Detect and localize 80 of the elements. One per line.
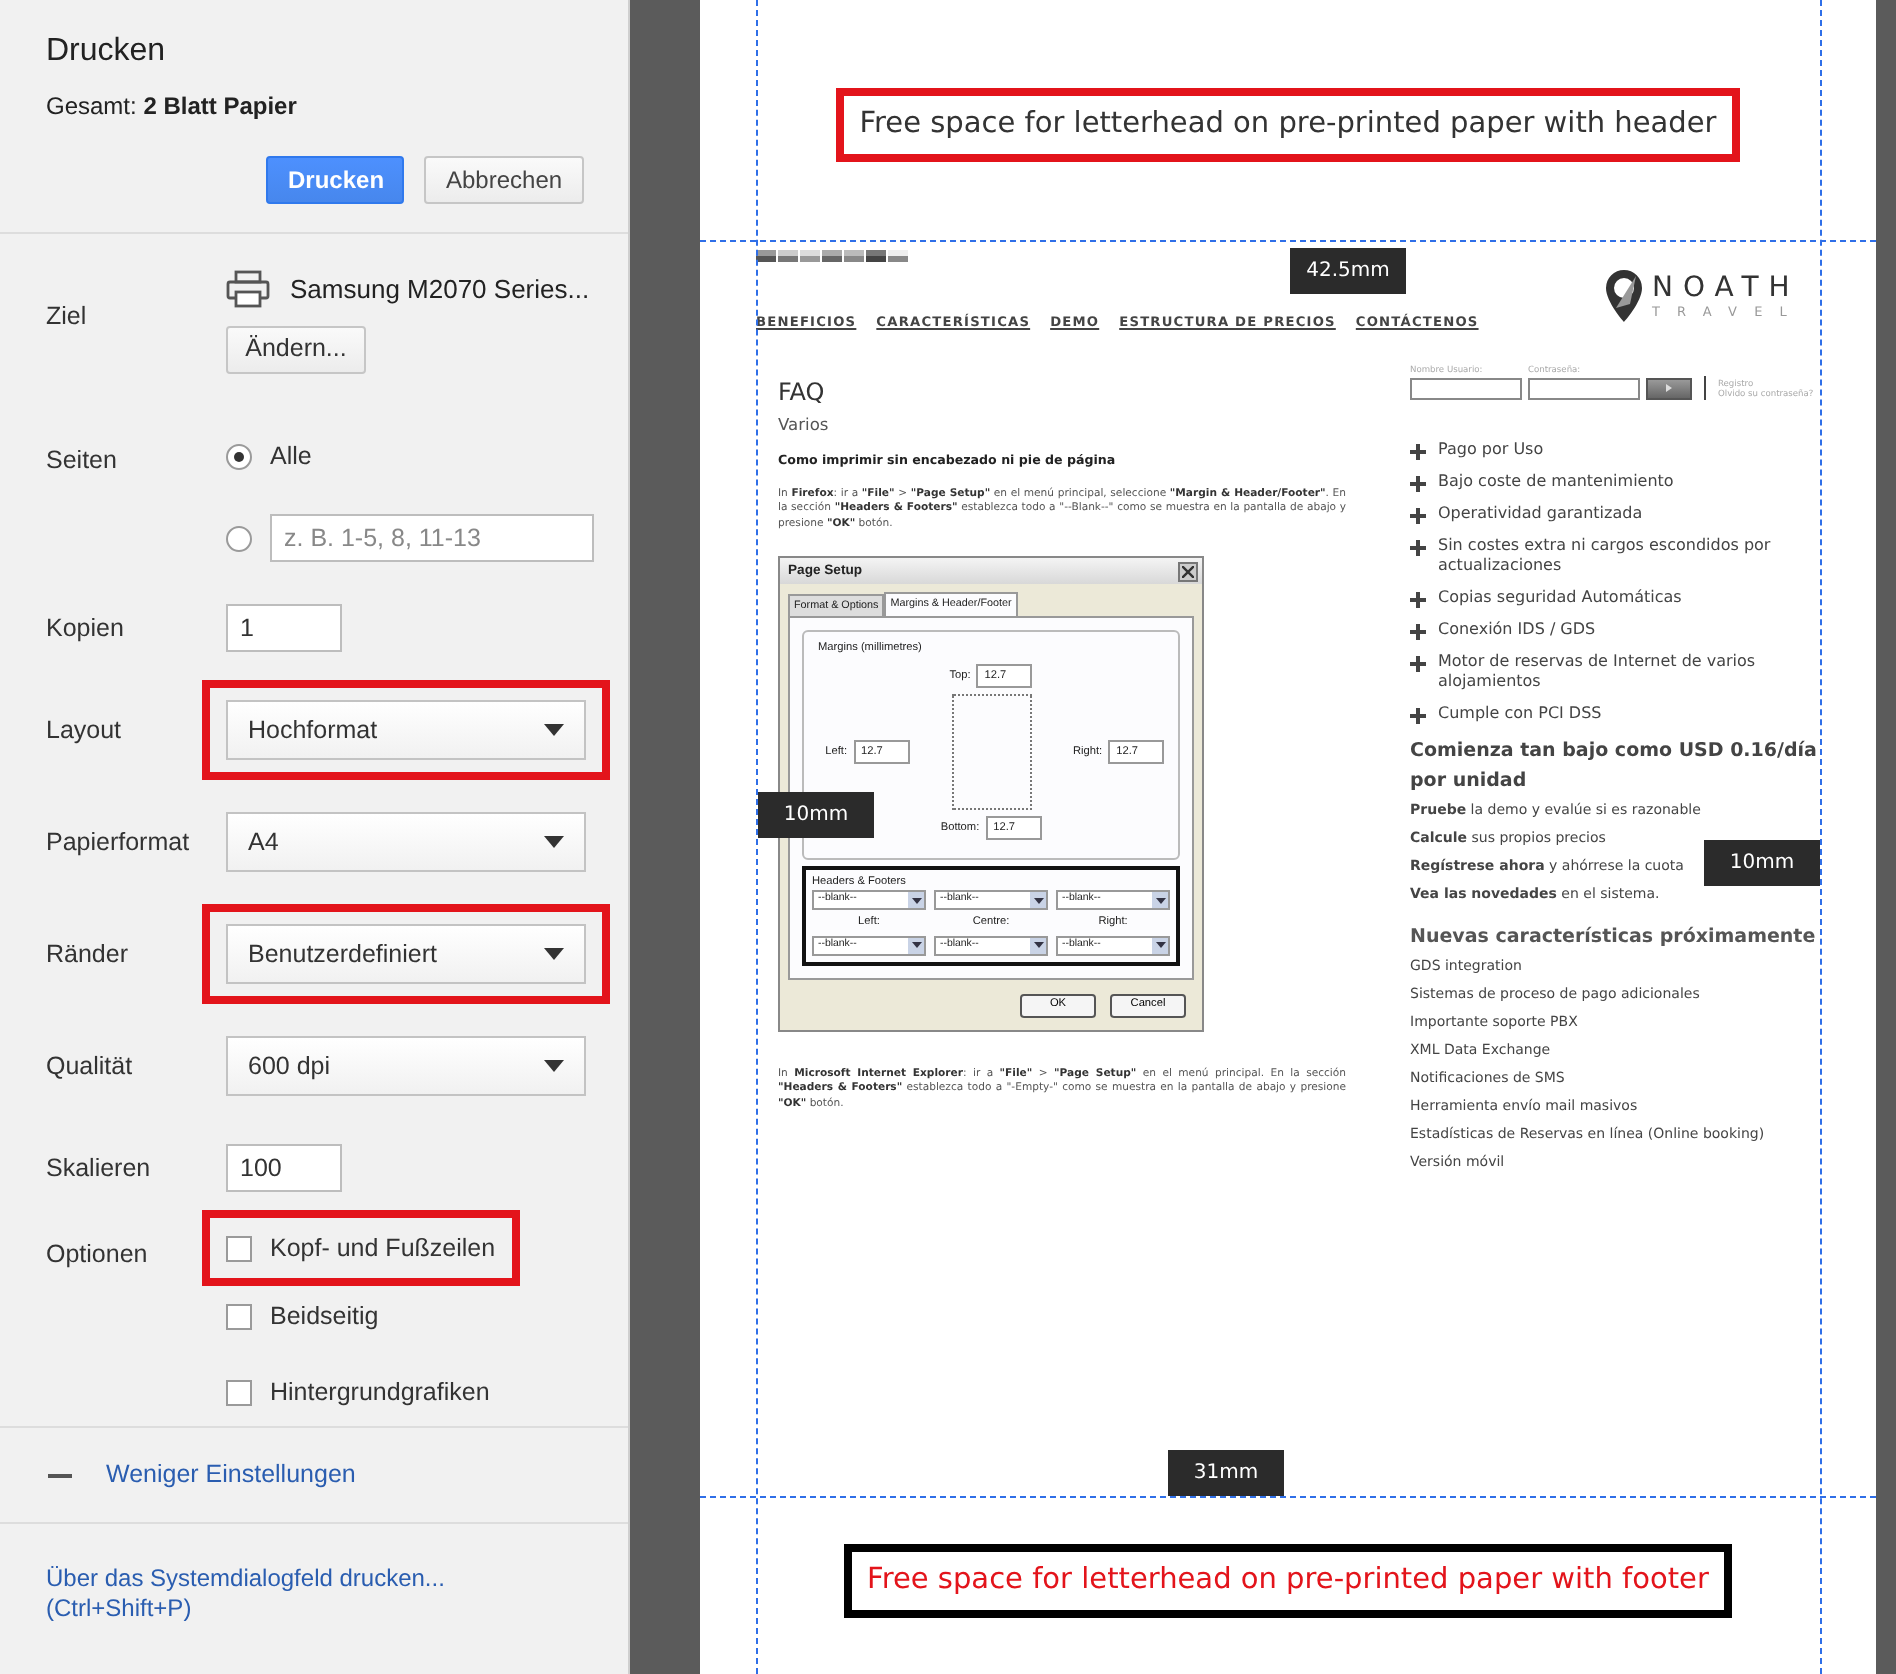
- text-field[interactable]: [1410, 377, 1522, 400]
- letterhead-note: Free space for letterhead on pre-printed paper with header: [835, 88, 1741, 162]
- option-label: Kopf- und Fußzeilen: [270, 1231, 496, 1266]
- setting-label: Ränder: [46, 937, 130, 972]
- feature-item: Sin costes extra ni cargos escondidos por actualizaciones: [1438, 535, 1773, 576]
- page-range-field[interactable]: z. B. 1-5, 8, 11-13: [270, 514, 594, 562]
- page-heading: FAQ: [778, 377, 827, 406]
- caret-icon: [544, 724, 564, 736]
- checkbox[interactable]: [226, 1235, 252, 1261]
- dropdown[interactable]: A4: [226, 812, 586, 872]
- checkbox[interactable]: [226, 1379, 252, 1405]
- number-field[interactable]: 1: [226, 604, 342, 652]
- letterhead-note: Free space for letterhead on pre-printed paper with footer: [843, 1544, 1733, 1618]
- dropdown[interactable]: Benutzerdefiniert: [226, 924, 586, 984]
- feature-item: Bajo coste de mantenimiento: [1438, 471, 1674, 492]
- setting-label: Qualität: [46, 1049, 135, 1084]
- system-dialog-link[interactable]: Über das Systemdialogfeld drucken...: [46, 1564, 582, 1594]
- shortcut-hint: (Ctrl+Shift+P): [46, 1594, 194, 1624]
- caret-icon: [1155, 942, 1165, 949]
- plus-icon: [1410, 507, 1426, 524]
- caret-icon: [544, 948, 564, 960]
- pin-logo-icon: [1603, 268, 1644, 325]
- feature-item: Conexión IDS / GDS: [1438, 619, 1596, 640]
- caret-icon: [544, 836, 564, 848]
- feature-item: Copias seguridad Automáticas: [1438, 587, 1682, 608]
- plus-icon: [1410, 623, 1426, 640]
- number-field[interactable]: 100: [226, 1144, 342, 1192]
- margin-label: 42.5mm: [1290, 248, 1406, 294]
- radio-button[interactable]: [226, 525, 252, 551]
- printer-icon: [226, 270, 270, 309]
- pricing-heading: Comienza tan bajo como USD 0.16/día por unidad: [1410, 737, 1819, 796]
- dropdown[interactable]: Hochformat: [226, 700, 586, 760]
- feature-item: Operatividad garantizada: [1438, 503, 1643, 524]
- dropdown[interactable]: 600 dpi: [226, 1036, 586, 1096]
- feature-item: Cumple con PCI DSS: [1438, 703, 1602, 724]
- caret-icon: [1033, 942, 1043, 949]
- cancel-button[interactable]: Abbrechen: [424, 156, 584, 204]
- minus-icon: [48, 1473, 72, 1477]
- option-label: Hintergrundgrafiken: [270, 1375, 490, 1410]
- margin-label: 10mm: [1704, 840, 1820, 886]
- checkbox[interactable]: [226, 1303, 252, 1329]
- setting-label: Seiten: [46, 444, 119, 478]
- feature-item: Pago por Uso: [1438, 439, 1544, 460]
- setting-label: Papierformat: [46, 825, 192, 860]
- setting-label: Layout: [46, 713, 124, 748]
- logo-name: NOATH: [1651, 272, 1802, 305]
- feature-item: Motor de reservas de Internet de varios alojamientos: [1438, 651, 1758, 692]
- close-icon: [1182, 565, 1194, 578]
- margin-label: 10mm: [758, 792, 874, 838]
- page-subheading: Varios: [778, 411, 831, 437]
- caret-icon: [911, 897, 921, 904]
- plus-icon: [1410, 539, 1426, 556]
- plus-icon: [1410, 475, 1426, 492]
- close-button[interactable]: [1178, 561, 1198, 582]
- caret-icon: [544, 1060, 564, 1072]
- option-label: Beidseitig: [270, 1299, 379, 1334]
- setting-label: Ziel: [46, 300, 89, 334]
- printer-name: Samsung M2070 Series...: [290, 272, 590, 308]
- text-field[interactable]: [1528, 377, 1640, 400]
- setting-label: Kopien: [46, 611, 126, 646]
- caret-icon: [1155, 897, 1165, 904]
- radio-button[interactable]: [226, 443, 252, 469]
- plus-icon: [1410, 591, 1426, 608]
- change-button[interactable]: Ändern...: [226, 325, 366, 373]
- setting-label: Optionen: [46, 1238, 150, 1272]
- caret-icon: [911, 942, 921, 949]
- upcoming-heading: Nuevas características próximamente: [1410, 923, 1818, 952]
- dialog-title: Drucken: [46, 32, 168, 72]
- plus-icon: [1410, 443, 1426, 460]
- caret-icon: [1033, 897, 1043, 904]
- plus-icon: [1410, 655, 1426, 672]
- margin-label: 31mm: [1168, 1450, 1284, 1496]
- collapse-link[interactable]: Weniger Einstellungen: [106, 1456, 356, 1494]
- setting-label: Skalieren: [46, 1151, 153, 1186]
- login-button[interactable]: [1646, 377, 1692, 400]
- play-icon: [1666, 384, 1672, 393]
- plus-icon: [1410, 707, 1426, 724]
- option-label: Alle: [270, 439, 312, 474]
- page-outline: [951, 693, 1031, 810]
- sheet-count: Gesamt: 2 Blatt Papier: [46, 90, 299, 124]
